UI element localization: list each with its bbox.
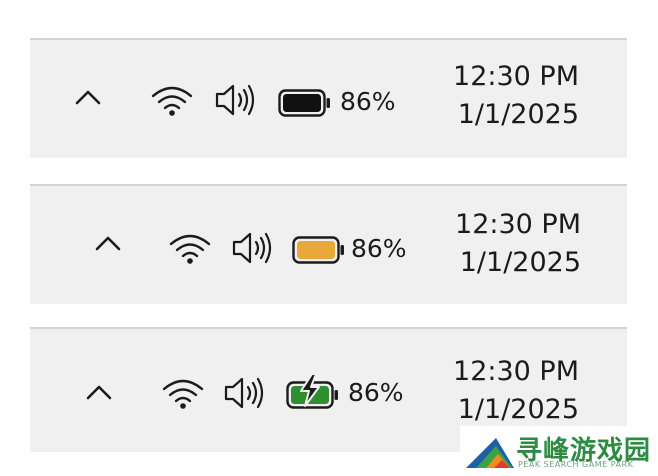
wifi-icon[interactable] (150, 82, 194, 118)
taskbar-tray-battery-saver: 86% 12:30 PM 1/1/2025 (30, 184, 627, 304)
speaker-volume-icon[interactable] (214, 82, 258, 118)
clock-time: 12:30 PM (453, 61, 579, 92)
taskbar-tray-normal: 86% 12:30 PM 1/1/2025 (30, 38, 627, 158)
clock[interactable]: 12:30 PM 1/1/2025 (453, 58, 579, 134)
clock[interactable]: 12:30 PM 1/1/2025 (455, 206, 581, 282)
clock[interactable]: 12:30 PM 1/1/2025 (453, 353, 579, 429)
mountain-logo-icon (466, 434, 514, 474)
speaker-volume-icon[interactable] (223, 375, 267, 411)
clock-time: 12:30 PM (455, 209, 581, 240)
wifi-icon[interactable] (161, 375, 205, 411)
clock-time: 12:30 PM (453, 356, 579, 387)
clock-date: 1/1/2025 (457, 394, 579, 425)
clock-date: 1/1/2025 (459, 247, 581, 278)
battery-icon[interactable] (278, 89, 332, 117)
battery-percentage: 86% (348, 378, 404, 407)
battery-charging-icon[interactable] (286, 373, 340, 409)
chevron-up-icon[interactable] (74, 88, 102, 106)
clock-date: 1/1/2025 (457, 99, 579, 130)
watermark: 寻峰游戏园 PEAK SEARCH GAME PARK (460, 426, 658, 476)
battery-percentage: 86% (351, 234, 407, 263)
watermark-subtitle: PEAK SEARCH GAME PARK (518, 460, 634, 469)
wifi-icon[interactable] (168, 230, 212, 266)
battery-percentage: 86% (340, 87, 396, 116)
speaker-volume-icon[interactable] (231, 230, 275, 266)
chevron-up-icon[interactable] (85, 383, 113, 401)
chevron-up-icon[interactable] (94, 234, 122, 252)
battery-saver-icon[interactable] (292, 236, 346, 264)
